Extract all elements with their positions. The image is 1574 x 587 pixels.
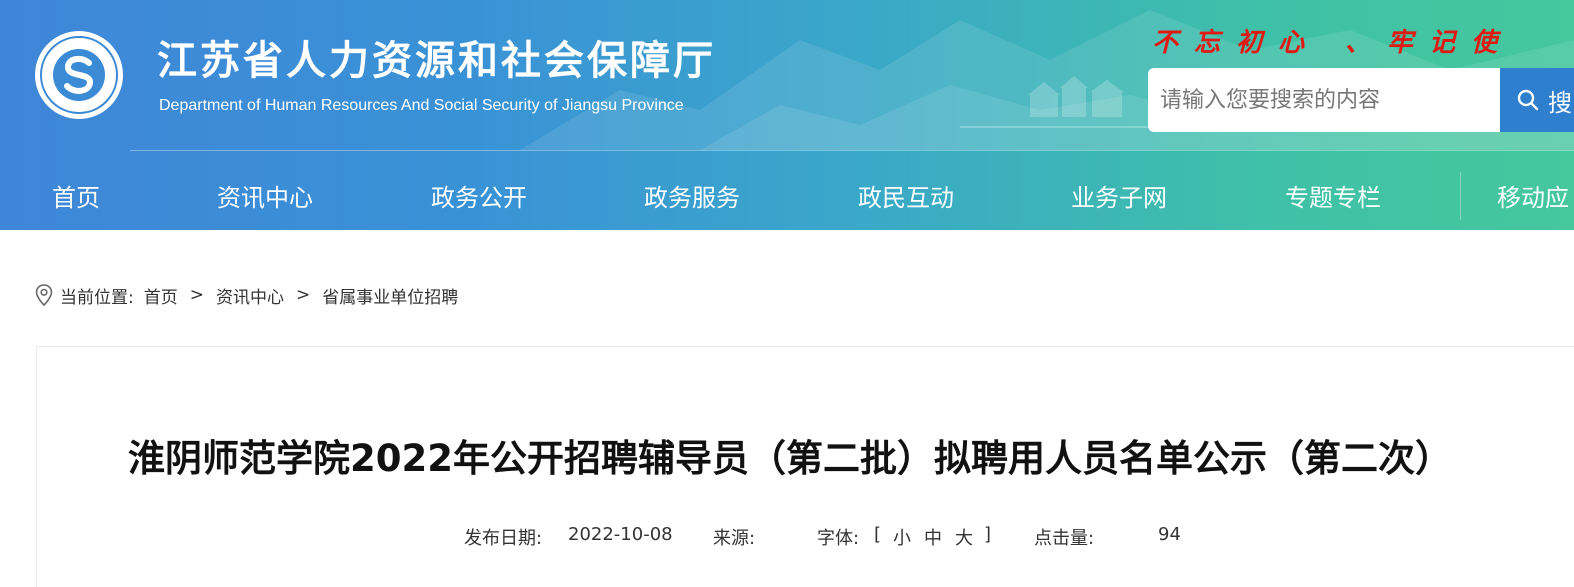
main-nav: 首页 资讯中心 政务公开 政务服务 政民互动 业务子网 专题专栏 移动应 [0,162,1574,230]
font-size-small-button[interactable]: 小 [893,524,911,550]
site-header: 江苏省人力资源和社会保障厅 Department of Human Resour… [0,0,1574,230]
location-pin-icon [35,284,53,307]
nav-item-home[interactable]: 首页 [52,178,100,213]
source-label: 来源: [713,528,756,549]
search-button-label: 搜 [1548,88,1572,117]
font-size-label: 字体: [817,528,860,549]
nav-item-news-center[interactable]: 资讯中心 [217,178,313,213]
publish-date-value: 2022-10-08 [568,524,673,545]
breadcrumb: 当前位置: 首页 > 资讯中心 > 省属事业单位招聘 [34,282,458,308]
font-size-bracket-open: [ [874,524,882,545]
nav-item-special-topics[interactable]: 专题专栏 [1285,178,1381,213]
breadcrumb-label: 当前位置: [60,287,134,308]
search-input[interactable] [1148,68,1500,132]
breadcrumb-item-news-center[interactable]: 资讯中心 [216,283,284,308]
site-title: 江苏省人力资源和社会保障厅 [157,38,716,84]
slogan-text: 不忘初心 、牢记使 [1152,28,1514,58]
click-count-label: 点击量: [1034,528,1095,549]
search-button[interactable]: 搜 [1500,68,1574,132]
breadcrumb-item-home[interactable]: 首页 [144,283,178,308]
font-size-bracket-close: ] [984,524,992,545]
site-subtitle: Department of Human Resources And Social… [159,97,684,114]
breadcrumb-separator: > [295,285,311,305]
nav-item-public-interaction[interactable]: 政民互动 [858,178,954,213]
breadcrumb-separator: > [189,285,204,305]
header-divider [130,150,1574,151]
font-size-large-button[interactable]: 大 [955,524,973,550]
search-icon [1517,89,1539,111]
font-size-medium-button[interactable]: 中 [924,524,942,550]
breadcrumb-item-provincial-recruitment[interactable]: 省属事业单位招聘 [322,283,458,308]
nav-separator [1460,172,1461,220]
nav-item-business-subnet[interactable]: 业务子网 [1071,178,1167,213]
click-count-value: 94 [1158,524,1181,545]
publish-date-label: 发布日期: [464,528,543,549]
department-logo-icon[interactable] [34,30,124,120]
nav-item-government-affairs[interactable]: 政务公开 [431,178,527,213]
article-title: 淮阴师范学院2022年公开招聘辅导员（第二批）拟聘用人员名单公示（第二次） [128,437,1452,480]
nav-item-mobile-app[interactable]: 移动应 [1497,178,1569,213]
nav-item-government-services[interactable]: 政务服务 [644,178,740,213]
